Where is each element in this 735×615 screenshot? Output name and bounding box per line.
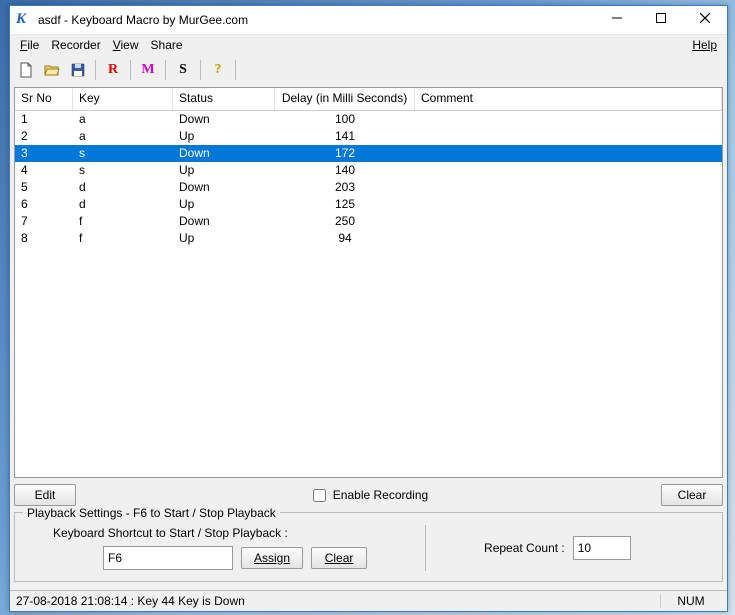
cell-status: Down [173, 111, 275, 128]
toolbar-separator [95, 60, 96, 80]
cell-comment [415, 179, 722, 196]
playback-settings-fieldset: Playback Settings - F6 to Start / Stop P… [14, 512, 723, 582]
cell-delay: 172 [275, 145, 415, 162]
minimize-button[interactable] [595, 6, 639, 34]
cell-status: Down [173, 213, 275, 230]
assign-button[interactable]: Assign [241, 547, 303, 569]
save-file-button[interactable] [66, 58, 90, 82]
menu-file[interactable]: File [14, 37, 45, 53]
enable-recording-checkbox[interactable] [313, 489, 326, 502]
table-row[interactable]: 7fDown250 [15, 213, 722, 230]
cell-comment [415, 111, 722, 128]
stop-button-icon[interactable]: S [171, 58, 195, 82]
cell-comment [415, 196, 722, 213]
cell-status: Up [173, 196, 275, 213]
cell-key: s [73, 145, 173, 162]
cell-delay: 94 [275, 230, 415, 247]
cell-comment [415, 162, 722, 179]
col-header-comment[interactable]: Comment [415, 88, 722, 110]
num-lock-indicator: NUM [660, 594, 721, 608]
cell-key: s [73, 162, 173, 179]
cell-key: d [73, 179, 173, 196]
menu-bar: File Recorder View Share Help [10, 35, 727, 55]
app-window: K asdf - Keyboard Macro by MurGee.com Fi… [9, 5, 728, 612]
table-row[interactable]: 4sUp140 [15, 162, 722, 179]
table-row[interactable]: 3sDown172 [15, 145, 722, 162]
toolbar: R M S ? [10, 55, 727, 85]
table-row[interactable]: 2aUp141 [15, 128, 722, 145]
app-icon: K [16, 12, 32, 28]
close-button[interactable] [683, 6, 727, 34]
cell-sr: 1 [15, 111, 73, 128]
cell-key: d [73, 196, 173, 213]
lower-panel: Edit Enable Recording Clear Playback Set… [14, 482, 723, 586]
status-bar: 27-08-2018 21:08:14 : Key 44 Key is Down… [10, 590, 727, 611]
cell-delay: 100 [275, 111, 415, 128]
cell-sr: 7 [15, 213, 73, 230]
cell-status: Up [173, 128, 275, 145]
edit-button[interactable]: Edit [14, 484, 76, 506]
toolbar-separator [130, 60, 131, 80]
help-button-icon[interactable]: ? [206, 58, 230, 82]
menu-recorder[interactable]: Recorder [45, 37, 106, 53]
maximize-button[interactable] [639, 6, 683, 34]
toolbar-separator [235, 60, 236, 80]
col-header-sr[interactable]: Sr No [15, 88, 73, 110]
table-row[interactable]: 8fUp94 [15, 230, 722, 247]
cell-delay: 141 [275, 128, 415, 145]
vertical-separator [425, 525, 426, 571]
mouse-button-icon[interactable]: M [136, 58, 160, 82]
cell-delay: 140 [275, 162, 415, 179]
status-text: 27-08-2018 21:08:14 : Key 44 Key is Down [16, 594, 245, 608]
enable-recording-label[interactable]: Enable Recording [333, 488, 428, 502]
toolbar-separator [200, 60, 201, 80]
menu-share[interactable]: Share [145, 37, 189, 53]
repeat-count-input[interactable] [573, 536, 631, 560]
col-header-status[interactable]: Status [173, 88, 275, 110]
cell-status: Down [173, 179, 275, 196]
macro-table[interactable]: Sr No Key Status Delay (in Milli Seconds… [14, 87, 723, 478]
cell-sr: 5 [15, 179, 73, 196]
cell-status: Down [173, 145, 275, 162]
table-row[interactable]: 6dUp125 [15, 196, 722, 213]
open-file-button[interactable] [40, 58, 64, 82]
cell-key: f [73, 230, 173, 247]
window-title: asdf - Keyboard Macro by MurGee.com [38, 13, 595, 27]
table-row[interactable]: 1aDown100 [15, 111, 722, 128]
cell-delay: 203 [275, 179, 415, 196]
cell-comment [415, 145, 722, 162]
cell-sr: 4 [15, 162, 73, 179]
cell-status: Up [173, 230, 275, 247]
table-header: Sr No Key Status Delay (in Milli Seconds… [15, 88, 722, 111]
cell-key: a [73, 128, 173, 145]
col-header-delay[interactable]: Delay (in Milli Seconds) [275, 88, 415, 110]
cell-delay: 250 [275, 213, 415, 230]
toolbar-separator [165, 60, 166, 80]
record-button-icon[interactable]: R [101, 58, 125, 82]
cell-key: f [73, 213, 173, 230]
cell-comment [415, 213, 722, 230]
cell-sr: 3 [15, 145, 73, 162]
menu-view[interactable]: View [107, 37, 145, 53]
cell-sr: 2 [15, 128, 73, 145]
cell-sr: 6 [15, 196, 73, 213]
shortcut-label: Keyboard Shortcut to Start / Stop Playba… [53, 526, 367, 540]
cell-delay: 125 [275, 196, 415, 213]
playback-legend: Playback Settings - F6 to Start / Stop P… [23, 506, 280, 520]
cell-status: Up [173, 162, 275, 179]
table-body: 1aDown1002aUp1413sDown1724sUp1405dDown20… [15, 111, 722, 247]
table-row[interactable]: 5dDown203 [15, 179, 722, 196]
cell-comment [415, 128, 722, 145]
cell-key: a [73, 111, 173, 128]
col-header-key[interactable]: Key [73, 88, 173, 110]
cell-comment [415, 230, 722, 247]
menu-help[interactable]: Help [686, 37, 723, 53]
clear-shortcut-button[interactable]: Clear [311, 547, 367, 569]
clear-list-button[interactable]: Clear [661, 484, 723, 506]
shortcut-input[interactable] [103, 546, 233, 570]
title-bar: K asdf - Keyboard Macro by MurGee.com [10, 6, 727, 35]
cell-sr: 8 [15, 230, 73, 247]
new-file-button[interactable] [14, 58, 38, 82]
repeat-count-label: Repeat Count : [484, 541, 565, 555]
